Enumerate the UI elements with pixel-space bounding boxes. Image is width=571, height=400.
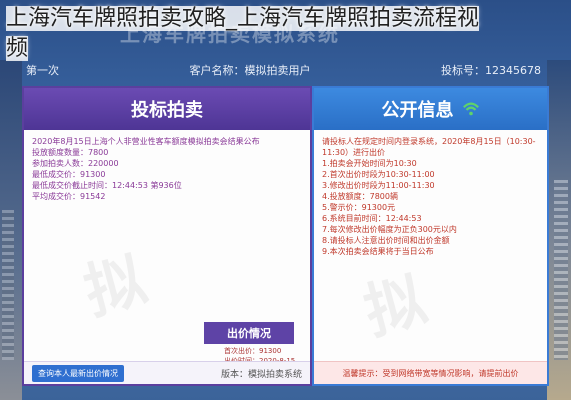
- bid-panel-footer: 查询本人最新出价情况 版本：模拟拍卖系统: [24, 361, 310, 384]
- result-line: 平均成交价：91542: [32, 192, 106, 201]
- watermark: 拟: [77, 245, 154, 329]
- info-client: 客户名称：模拟拍卖用户: [189, 64, 311, 77]
- info-line: 7.每次修改出价幅度为正负300元以内: [322, 225, 457, 234]
- result-line: 投放额度数量：7800: [32, 148, 109, 157]
- info-bid-number: 投标号：12345678: [441, 64, 541, 77]
- background-left-skyline: [0, 60, 22, 400]
- public-info-panel: 公开信息 请投标人在规定时间内登录系统，2020年8月15日（10:30-11:…: [312, 86, 549, 386]
- page-title-line2: 频: [6, 36, 29, 61]
- public-info-text: 请投标人在规定时间内登录系统，2020年8月15日（10:30-11:30）进行…: [314, 130, 547, 263]
- bid-status-label: 出价情况: [204, 322, 294, 344]
- info-line: 6.系统目前时间：12:44:53: [322, 214, 422, 223]
- wifi-icon: [462, 102, 479, 116]
- info-mid: 第一次: [26, 64, 59, 77]
- info-line: 8.请投标人注意出价时间和出价金额: [322, 236, 450, 245]
- info-line: 请投标人在规定时间内登录系统，2020年8月15日（10:30-11:30）进行…: [322, 137, 536, 157]
- page-title: 上海汽车牌照拍卖攻略_上海汽车牌照拍卖流程视 频: [0, 4, 571, 64]
- result-line: 参加拍卖人数：220000: [32, 159, 119, 168]
- public-info-header: 公开信息: [314, 88, 547, 130]
- public-info-title: 公开信息: [381, 100, 454, 121]
- bid-auction-panel: 投标拍卖 2020年8月15日上海个人非营业性客车额度模拟拍卖会结果公布 投放额…: [22, 86, 312, 386]
- result-line: 最低成交价截止时间：12:44:53 第936位: [32, 181, 182, 190]
- background-right-skyline: [547, 60, 571, 400]
- info-line: 3.修改出价时段为11:00-11:30: [322, 181, 435, 190]
- query-latest-bid-button[interactable]: 查询本人最新出价情况: [32, 364, 124, 382]
- version-label: 版本：模拟拍卖系统: [220, 369, 302, 380]
- info-line: 5.警示价：91300元: [322, 203, 396, 212]
- watermark: 拟: [357, 265, 434, 349]
- network-notice: 温馨提示：受到网络带宽等情况影响，请提前出价: [314, 361, 547, 384]
- info-line: 4.投放额度：7800辆: [322, 192, 398, 201]
- info-bar: 第一次 客户名称：模拟拍卖用户 投标号：12345678: [26, 62, 541, 80]
- bid-line: 首次出价：91300: [224, 347, 282, 355]
- info-line: 1.拍卖会开始时间为10:30: [322, 159, 417, 168]
- auction-result-text: 2020年8月15日上海个人非营业性客车额度模拟拍卖会结果公布 投放额度数量：7…: [24, 130, 310, 208]
- bid-auction-title: 投标拍卖: [131, 100, 203, 121]
- result-line: 2020年8月15日上海个人非营业性客车额度模拟拍卖会结果公布: [32, 137, 260, 146]
- result-line: 最低成交价：91300: [32, 170, 106, 179]
- page-title-line1: 上海汽车牌照拍卖攻略_上海汽车牌照拍卖流程视: [6, 6, 480, 31]
- info-line: 9.本次拍卖会结果将于当日公布: [322, 247, 434, 256]
- bid-auction-header: 投标拍卖: [24, 88, 310, 130]
- info-line: 2.首次出价时段为10:30-11:00: [322, 170, 435, 179]
